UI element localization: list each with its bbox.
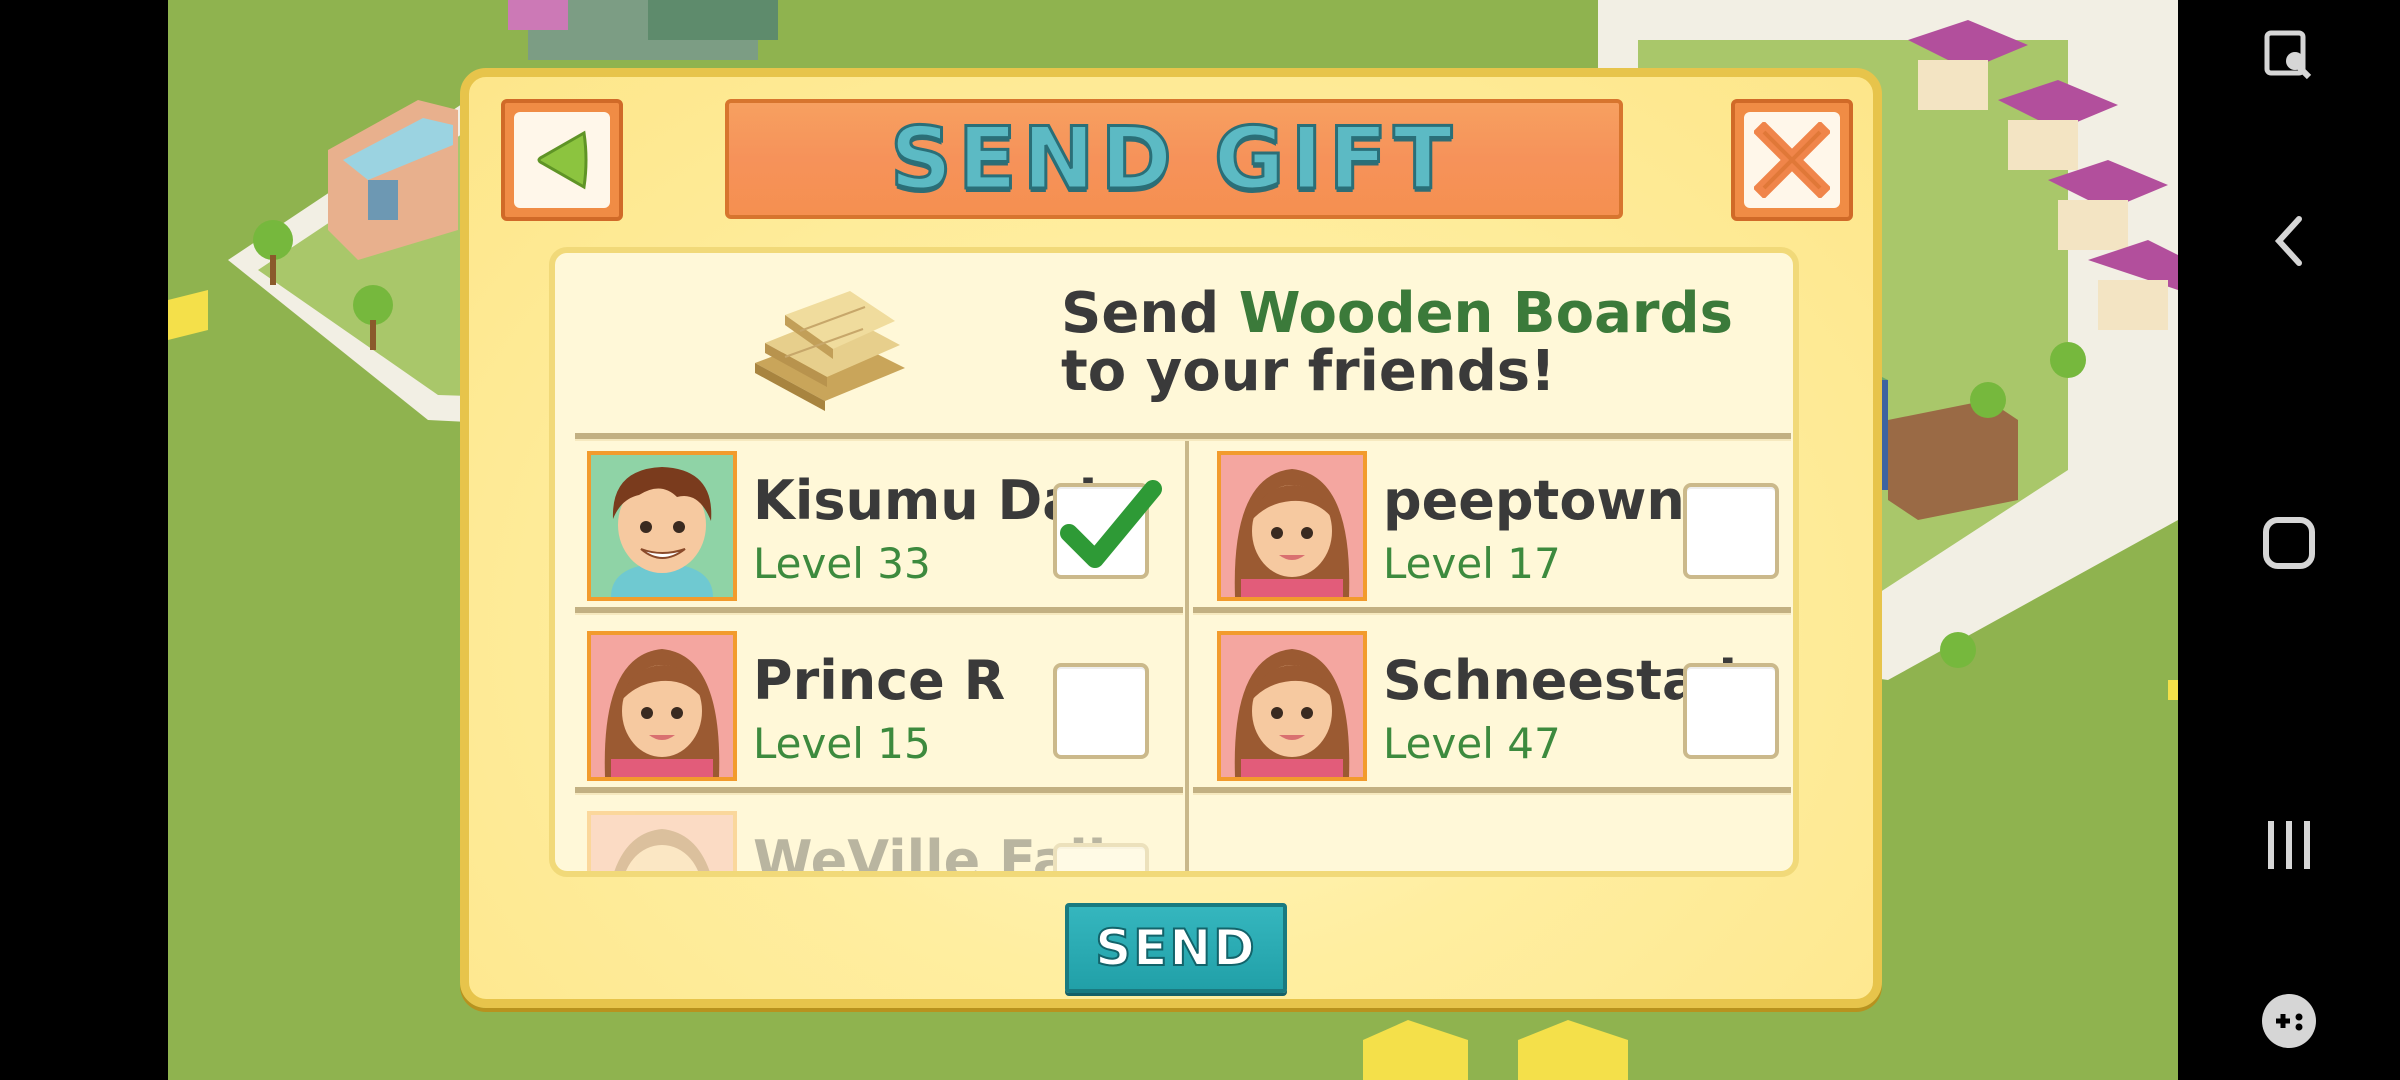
friend-level: Level 17 <box>1383 539 1561 588</box>
close-button[interactable] <box>1731 99 1853 221</box>
friend-checkbox[interactable] <box>1683 483 1779 579</box>
gift-message: Send Wooden Boards to your friends! <box>1061 285 1733 401</box>
friend-card[interactable]: Schneestad Level 47 <box>1205 619 1793 789</box>
system-nav-bar <box>2178 0 2400 1080</box>
send-button-label: SEND <box>1094 918 1257 978</box>
girl-avatar <box>587 811 737 871</box>
back-nav-icon[interactable] <box>2254 206 2324 276</box>
friend-checkbox[interactable] <box>1683 663 1779 759</box>
friend-card[interactable]: WeVille Falls <box>575 799 1175 871</box>
recents-nav-icon[interactable] <box>2254 810 2324 880</box>
column-divider <box>1185 433 1189 871</box>
girl-avatar <box>1217 451 1367 601</box>
friend-level: Level 33 <box>753 539 931 588</box>
girl-avatar <box>587 631 737 781</box>
checkmark-icon <box>1060 480 1162 568</box>
friend-card[interactable]: Kisumu Dala Level 33 <box>575 439 1175 609</box>
friend-checkbox[interactable] <box>1053 843 1149 871</box>
friend-checkbox[interactable] <box>1053 663 1149 759</box>
home-nav-icon[interactable] <box>2254 508 2324 578</box>
gift-suffix: to your friends! <box>1061 339 1556 404</box>
close-x-icon <box>1754 122 1830 198</box>
friend-level: Level 47 <box>1383 719 1561 768</box>
friends-list[interactable]: Kisumu Dala Level 33 peeptown Level 17 P… <box>575 433 1791 871</box>
gift-prefix: Send <box>1061 281 1239 346</box>
game-tools-icon[interactable] <box>2254 986 2324 1056</box>
back-button[interactable] <box>501 99 623 221</box>
friend-name: peeptown <box>1383 469 1685 532</box>
friend-checkbox[interactable] <box>1053 480 1162 579</box>
send-gift-dialog: SEND GIFT Send Wooden Boards to your fri… <box>460 68 1882 1008</box>
friend-name: Prince R <box>753 649 1006 712</box>
girl-avatar <box>1217 631 1367 781</box>
dialog-title-bar: SEND GIFT <box>725 99 1623 219</box>
friend-level: Level 15 <box>753 719 931 768</box>
back-arrow-icon <box>537 130 588 190</box>
friend-card[interactable]: Prince R Level 15 <box>575 619 1175 789</box>
boy-avatar <box>587 451 737 601</box>
gift-item-name: Wooden Boards <box>1238 281 1733 346</box>
dialog-title: SEND GIFT <box>889 108 1458 211</box>
friend-card[interactable]: peeptown Level 17 <box>1205 439 1793 609</box>
friends-panel: Send Wooden Boards to your friends! Kisu… <box>549 247 1799 877</box>
send-button[interactable]: SEND <box>1065 903 1287 993</box>
wooden-boards-icon <box>755 291 905 411</box>
screen-capture-icon[interactable] <box>2254 20 2324 90</box>
